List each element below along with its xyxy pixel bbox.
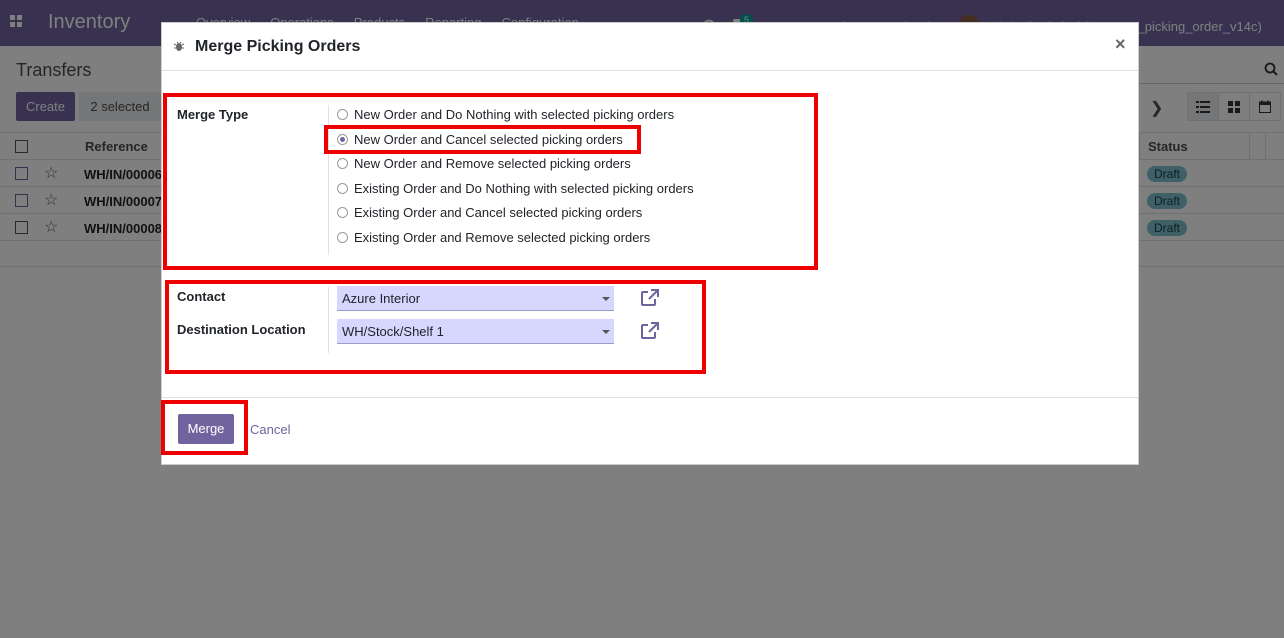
highlight-location-fields: [165, 280, 706, 374]
modal-title: Merge Picking Orders: [195, 38, 361, 55]
modal-footer: Merge Cancel: [162, 397, 1138, 465]
highlight-merge-button: [161, 400, 248, 455]
close-icon[interactable]: ×: [1115, 34, 1126, 55]
highlight-selected-option: [324, 125, 641, 154]
bug-icon: [173, 41, 185, 51]
cancel-button[interactable]: Cancel: [250, 422, 290, 437]
modal-header: Merge Picking Orders ×: [162, 23, 1138, 71]
highlight-merge-type: [163, 93, 818, 270]
